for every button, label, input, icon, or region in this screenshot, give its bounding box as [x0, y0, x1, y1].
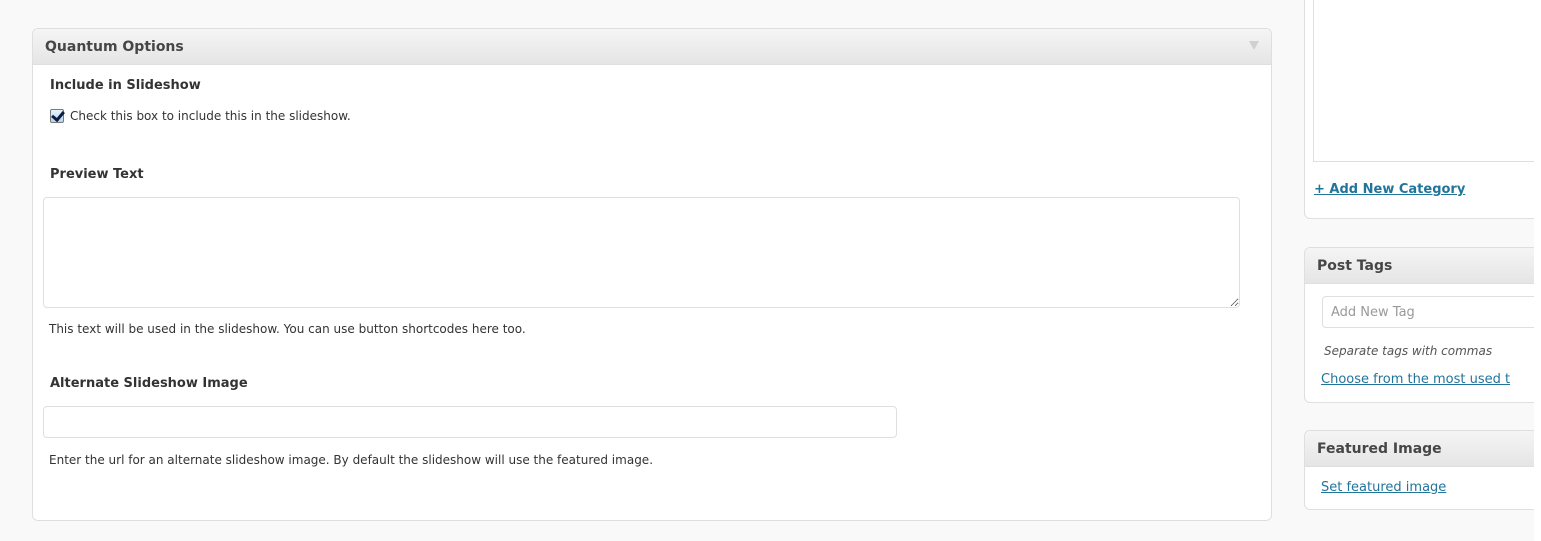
preview-text-textarea[interactable]	[43, 197, 1240, 308]
include-slideshow-checkbox-text: Check this box to include this in the sl…	[70, 109, 351, 123]
collapse-toggle-icon[interactable]	[1249, 41, 1259, 50]
include-slideshow-label: Include in Slideshow	[50, 78, 201, 93]
featured-image-title: Featured Image	[1317, 440, 1442, 457]
preview-text-label: Preview Text	[50, 167, 144, 182]
include-slideshow-row: Check this box to include this in the sl…	[50, 109, 351, 123]
add-tag-input[interactable]	[1322, 296, 1541, 328]
quantum-options-title: Quantum Options	[45, 38, 184, 55]
tag-hint-text: Separate tags with commas	[1324, 344, 1493, 358]
quantum-options-header[interactable]: Quantum Options	[33, 29, 1271, 65]
page-edge	[1534, 0, 1541, 541]
featured-image-box: Featured Image Set featured image	[1304, 430, 1541, 510]
post-tags-title: Post Tags	[1317, 257, 1393, 274]
add-new-category-link[interactable]: + Add New Category	[1314, 182, 1465, 197]
set-featured-image-link[interactable]: Set featured image	[1321, 480, 1446, 495]
categories-box: + Add New Category	[1304, 0, 1541, 219]
choose-most-used-tags-link[interactable]: Choose from the most used t	[1321, 372, 1537, 387]
quantum-options-box: Quantum Options Include in Slideshow Che…	[32, 28, 1272, 521]
post-tags-header[interactable]: Post Tags	[1305, 248, 1541, 284]
include-slideshow-checkbox[interactable]	[50, 109, 64, 123]
alt-image-input[interactable]	[43, 406, 897, 438]
featured-image-header[interactable]: Featured Image	[1305, 431, 1541, 467]
post-tags-box: Post Tags Separate tags with commas Choo…	[1304, 247, 1541, 403]
category-checklist[interactable]	[1313, 0, 1541, 162]
alt-image-help: Enter the url for an alternate slideshow…	[49, 453, 654, 467]
alt-image-label: Alternate Slideshow Image	[50, 376, 248, 391]
preview-text-help: This text will be used in the slideshow.…	[49, 322, 526, 336]
